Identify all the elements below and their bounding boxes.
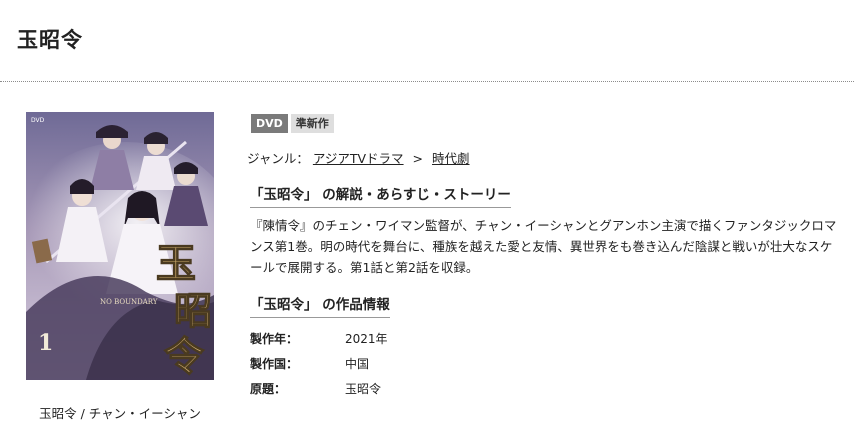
cover-art-title-3: 令 xyxy=(164,333,205,380)
info-row-year: 製作年： 2021年 xyxy=(250,330,388,355)
synopsis-heading: 「玉昭令」 の解説・あらすじ・ストーリー xyxy=(250,183,511,208)
info-value: 中国 xyxy=(345,357,370,371)
header-divider xyxy=(0,81,854,82)
info-key: 製作国： xyxy=(250,357,299,371)
badge-group: DVD 準新作 xyxy=(251,114,334,133)
synopsis-text: 『陳情令』のチェン・ワイマン監督が、チャン・イーシャンとグアンホン主演で描くファ… xyxy=(250,218,837,275)
genre-label: ジャンル： xyxy=(247,151,309,166)
format-badge: DVD xyxy=(251,114,288,133)
info-value: 玉昭令 xyxy=(345,382,382,396)
release-type-badge: 準新作 xyxy=(290,114,334,133)
info-key: 製作年： xyxy=(250,332,299,346)
info-value: 2021年 xyxy=(345,332,388,346)
genre-breadcrumb: ジャンル： アジアTVドラマ > 時代劇 xyxy=(247,148,470,167)
cover-art: 玉 昭 令 NO BOUNDARY 1 DVD xyxy=(26,112,214,380)
info-key: 原題： xyxy=(250,382,287,396)
cover-art-title-1: 玉 xyxy=(156,240,196,287)
cover-art-corner: DVD xyxy=(31,117,45,124)
info-row-original-title: 原題： 玉昭令 xyxy=(250,380,388,405)
cover-art-title-2: 昭 xyxy=(174,288,212,333)
genre-separator: > xyxy=(412,151,424,166)
page-title: 玉昭令 xyxy=(17,28,83,52)
cover-art-volume: 1 xyxy=(38,330,53,356)
info-row-country: 製作国： 中国 xyxy=(250,355,388,380)
genre-link-asia-tv-drama[interactable]: アジアTVドラマ xyxy=(313,151,404,166)
info-table: 製作年： 2021年 製作国： 中国 原題： 玉昭令 xyxy=(250,330,388,405)
genre-link-period-drama[interactable]: 時代劇 xyxy=(432,151,470,166)
cover-caption: 玉昭令 / チャン・イーシャン xyxy=(39,406,201,421)
info-heading: 「玉昭令」 の作品情報 xyxy=(250,293,390,318)
cover-art-logo: NO BOUNDARY xyxy=(100,298,158,306)
cover-image[interactable]: 玉 昭 令 NO BOUNDARY 1 DVD xyxy=(26,112,214,380)
